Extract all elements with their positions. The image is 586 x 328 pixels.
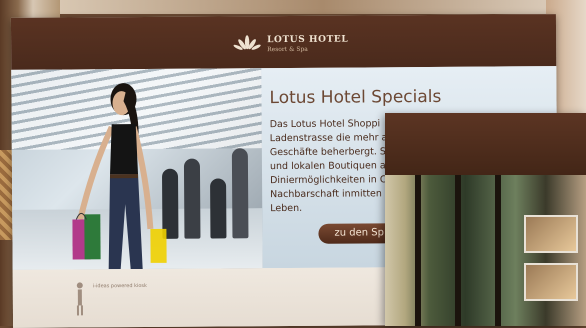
photo-thumbnail[interactable] <box>524 215 578 253</box>
second-screen-header <box>385 113 586 175</box>
lotus-icon <box>233 35 261 50</box>
shopper-woman-figure <box>72 83 167 270</box>
shopping-photo <box>11 68 263 270</box>
footer-credit: i-ideas powered kiosk <box>92 282 147 290</box>
background-top <box>60 0 586 14</box>
hotel-tagline: Resort & Spa <box>267 45 308 53</box>
lobby-photo <box>385 175 586 326</box>
page-header: LOTUS HOTEL Resort & Spa <box>10 14 557 70</box>
figure-icon <box>76 282 84 316</box>
specials-title: Lotus Hotel Specials <box>269 86 442 109</box>
second-kiosk-screen <box>385 113 586 326</box>
hotel-name: LOTUS HOTEL <box>267 34 349 45</box>
photo-thumbnail[interactable] <box>524 263 578 301</box>
hotel-logo[interactable]: LOTUS HOTEL Resort & Spa <box>233 34 348 55</box>
